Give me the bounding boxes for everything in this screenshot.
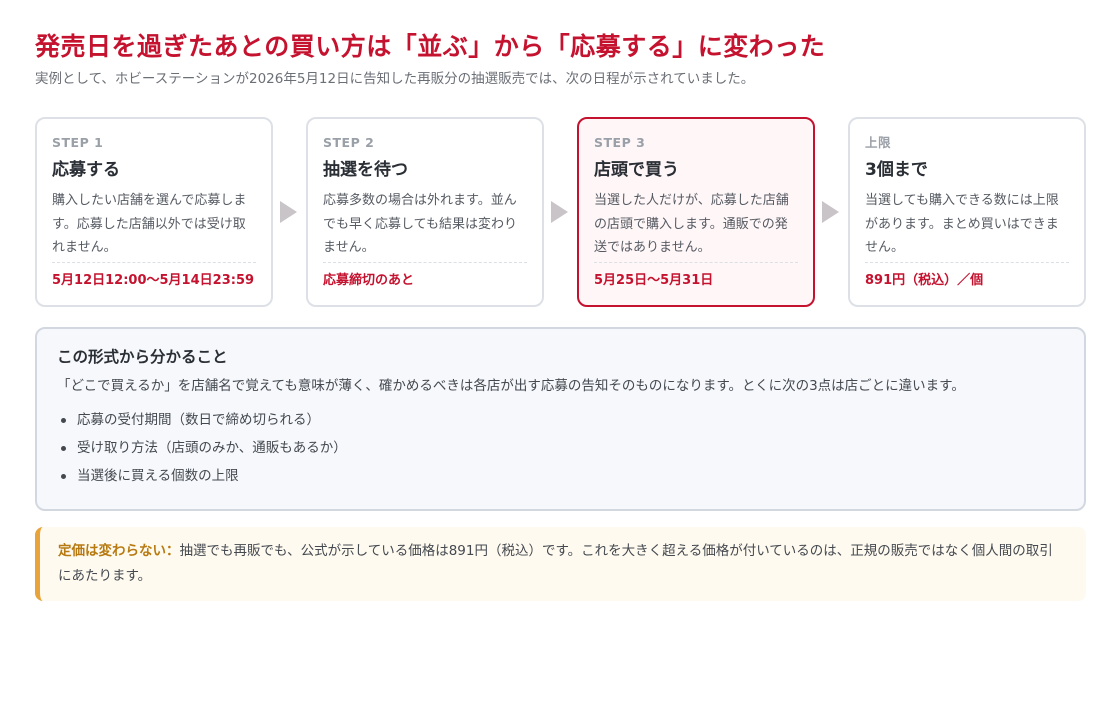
list-item: 当選後に買える個数の上限 [57, 462, 1064, 490]
list-item-text: 当選後に買える個数の上限 [77, 468, 239, 484]
bullet-icon [61, 446, 66, 451]
step-card-2: STEP 2 抽選を待つ 応募多数の場合は外れます。並んでも早く応募しても結果は… [306, 117, 544, 307]
step-note: 応募締切のあと [323, 273, 415, 288]
step-title: 応募する [52, 160, 120, 180]
step-card-1: STEP 1 応募する 購入したい店舗を選んで応募します。応募した店舗以外では受… [35, 117, 273, 307]
step-divider [52, 262, 256, 263]
page-title: 発売日を過ぎたあとの買い方は「並ぶ」から「応募する」に変わった [35, 32, 826, 61]
steps-row: STEP 1 応募する 購入したい店舗を選んで応募します。応募した店舗以外では受… [35, 117, 1086, 307]
step-label: STEP 3 [594, 135, 646, 150]
notice-text: 定価は変わらない：抽選でも再販でも、公式が示している価格は891円（税込）です。… [58, 539, 1066, 589]
step-title: 3個まで [865, 160, 928, 180]
notice-body: 抽選でも再販でも、公式が示している価格は891円（税込）です。これを大きく超える… [58, 543, 1053, 584]
info-box: この形式から分かること 「どこで買えるか」を店舗名で覚えても意味が薄く、確かめる… [35, 327, 1086, 511]
info-text: 「どこで買えるか」を店舗名で覚えても意味が薄く、確かめるべきは各店が出す応募の告… [57, 378, 965, 394]
list-item-text: 応募の受付期間（数日で締め切られる） [77, 412, 320, 428]
bullet-icon [61, 418, 66, 423]
step-divider [865, 262, 1069, 263]
step-description: 当選した人だけが、応募した店舗の店頭で購入します。通販での発送ではありません。 [594, 193, 789, 255]
page-subtitle: 実例として、ホビーステーションが2026年5月12日に告知した再販分の抽選販売で… [35, 71, 755, 87]
step-description: 応募多数の場合は外れます。並んでも早く応募しても結果は変わりません。 [323, 193, 517, 255]
info-title: この形式から分かること [57, 348, 228, 366]
bullet-icon [61, 474, 66, 479]
step-note: 5月12日12:00〜5月14日23:59 [52, 273, 255, 288]
notice-lead: 定価は変わらない： [58, 543, 180, 559]
limit-card: 上限 3個まで 当選しても購入できる数には上限があります。まとめ買いはできません… [848, 117, 1086, 307]
step-label: STEP 1 [52, 135, 104, 150]
step-title: 抽選を待つ [323, 160, 408, 180]
list-item: 応募の受付期間（数日で締め切られる） [57, 406, 1064, 434]
arrow-right-icon [822, 201, 839, 223]
arrow-right-icon [551, 201, 568, 223]
step-label: STEP 2 [323, 135, 375, 150]
step-description: 購入したい店舗を選んで応募します。応募した店舗以外では受け取れません。 [52, 193, 247, 255]
step-divider [594, 262, 798, 263]
step-note: 5月25日〜5月31日 [594, 273, 714, 288]
step-card-3: STEP 3 店頭で買う 当選した人だけが、応募した店舗の店頭で購入します。通販… [577, 117, 815, 307]
list-item: 受け取り方法（店頭のみか、通販もあるか） [57, 434, 1064, 462]
list-item-text: 受け取り方法（店頭のみか、通販もあるか） [77, 440, 347, 456]
info-list: 応募の受付期間（数日で締め切られる） 受け取り方法（店頭のみか、通販もあるか） … [57, 406, 1064, 490]
arrow-right-icon [280, 201, 297, 223]
step-description: 当選しても購入できる数には上限があります。まとめ買いはできません。 [865, 193, 1059, 255]
price-notice: 定価は変わらない：抽選でも再販でも、公式が示している価格は891円（税込）です。… [35, 527, 1086, 601]
step-divider [323, 262, 527, 263]
step-label: 上限 [865, 135, 892, 150]
step-title: 店頭で買う [594, 160, 679, 180]
step-note: 891円（税込）／個 [865, 273, 984, 288]
page: 発売日を過ぎたあとの買い方は「並ぶ」から「応募する」に変わった 実例として、ホビ… [0, 0, 1120, 720]
